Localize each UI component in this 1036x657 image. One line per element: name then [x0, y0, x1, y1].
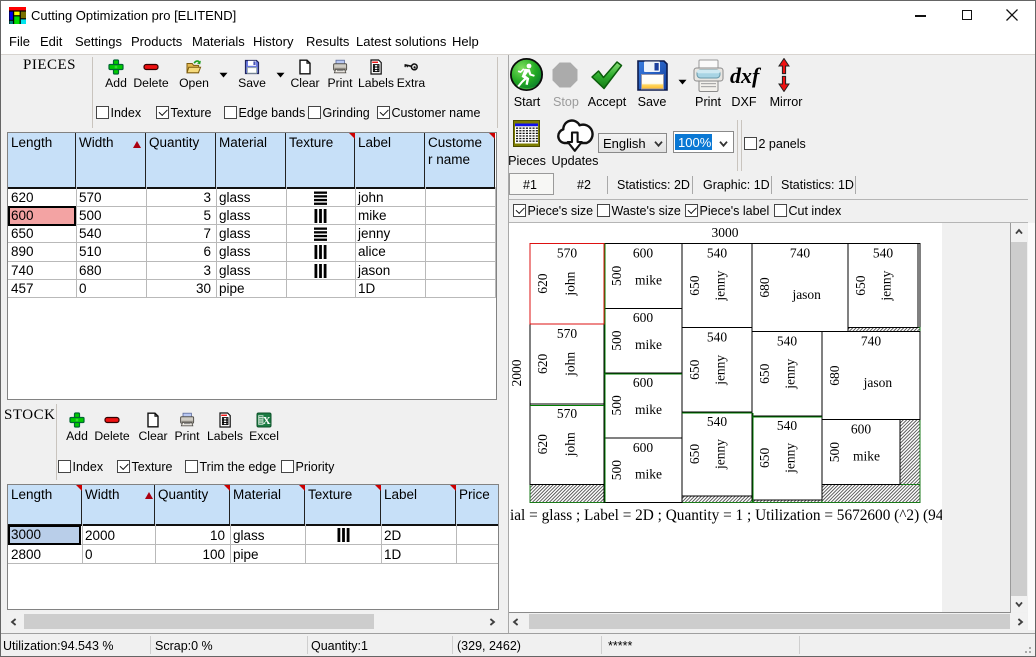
- svg-text:540: 540: [777, 418, 798, 433]
- svg-text:2000: 2000: [509, 359, 524, 386]
- svg-text:mike: mike: [635, 337, 662, 352]
- svg-text:650: 650: [687, 359, 702, 380]
- svg-text:570: 570: [557, 246, 578, 261]
- svg-text:mike: mike: [635, 272, 662, 287]
- svg-text:jenny: jenny: [712, 270, 727, 301]
- svg-text:500: 500: [609, 266, 624, 287]
- svg-text:mike: mike: [635, 402, 662, 417]
- svg-text:620: 620: [535, 434, 550, 455]
- svg-text:jenny: jenny: [712, 439, 727, 470]
- svg-text:X: X: [263, 415, 271, 427]
- svg-text:jason: jason: [791, 287, 821, 302]
- svg-text:570: 570: [557, 406, 578, 421]
- svg-text:540: 540: [707, 246, 728, 261]
- svg-text:680: 680: [757, 277, 772, 298]
- svg-text:john: john: [563, 432, 578, 457]
- svg-text:680: 680: [827, 365, 842, 386]
- svg-text:500: 500: [609, 330, 624, 351]
- svg-text:740: 740: [861, 334, 882, 349]
- svg-text:740: 740: [790, 246, 811, 261]
- svg-text:650: 650: [687, 444, 702, 465]
- svg-text:540: 540: [777, 334, 798, 349]
- svg-text:3000: 3000: [712, 225, 739, 240]
- svg-text:jenny: jenny: [712, 355, 727, 386]
- svg-text:650: 650: [757, 363, 772, 384]
- svg-text:620: 620: [535, 354, 550, 375]
- svg-text:570: 570: [557, 326, 578, 341]
- svg-text:500: 500: [609, 460, 624, 481]
- svg-text:john: john: [563, 352, 578, 377]
- svg-text:620: 620: [535, 273, 550, 294]
- svg-text:600: 600: [851, 422, 872, 437]
- svg-text:600: 600: [633, 440, 654, 455]
- svg-text:600: 600: [633, 310, 654, 325]
- svg-text:600: 600: [633, 246, 654, 261]
- svg-text:500: 500: [609, 395, 624, 416]
- svg-text:mike: mike: [853, 449, 880, 464]
- svg-text:500: 500: [827, 442, 842, 463]
- svg-text:jenny: jenny: [878, 270, 893, 301]
- svg-text:650: 650: [687, 275, 702, 296]
- svg-text:540: 540: [707, 414, 728, 429]
- svg-text:540: 540: [707, 330, 728, 345]
- svg-text:650: 650: [853, 275, 868, 296]
- svg-text:jenny: jenny: [782, 358, 797, 389]
- svg-text:650: 650: [757, 448, 772, 469]
- svg-text:mike: mike: [635, 467, 662, 482]
- svg-text:john: john: [563, 271, 578, 296]
- svg-text:jason: jason: [863, 375, 893, 390]
- svg-text:600: 600: [633, 375, 654, 390]
- svg-text:jenny: jenny: [782, 443, 797, 474]
- svg-text:540: 540: [873, 246, 894, 261]
- svg-text:ial = glass ; Label = 2D ; Qua: ial = glass ; Label = 2D ; Quantity = 1 …: [510, 507, 942, 524]
